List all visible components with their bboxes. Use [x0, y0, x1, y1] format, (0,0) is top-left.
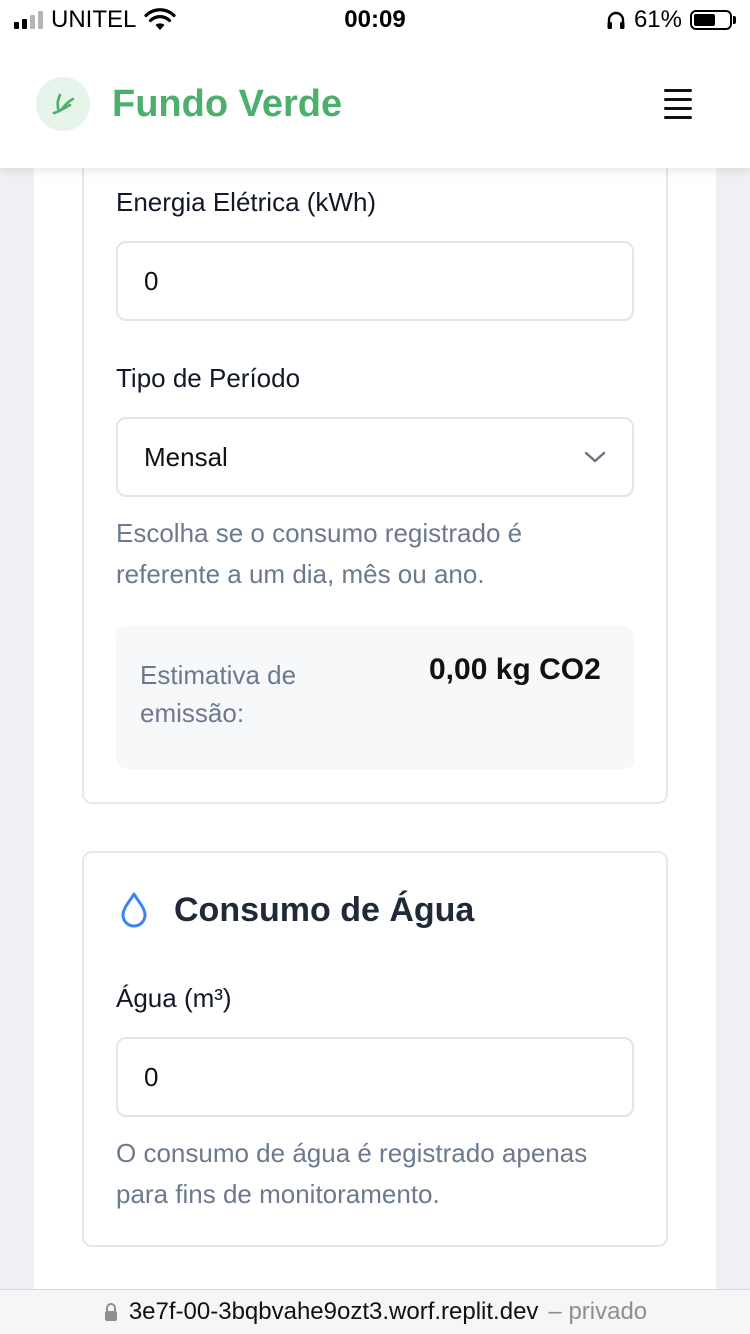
- period-label: Tipo de Período: [116, 363, 301, 393]
- wifi-icon: [144, 8, 176, 30]
- status-left: UNITEL: [14, 6, 176, 34]
- water-help-text: O consumo de água é registrado apenas pa…: [116, 1138, 588, 1209]
- url-text: 3e7f-00-3bqbvahe9ozt3.worf.replit.dev: [128, 1298, 539, 1325]
- signal-icon: [14, 11, 43, 29]
- status-right: 61%: [606, 6, 736, 34]
- battery-percent: 61%: [633, 6, 682, 33]
- app-header: Fundo Verde: [0, 40, 750, 168]
- headphones-icon: [607, 11, 625, 29]
- water-input[interactable]: 0: [116, 1037, 634, 1117]
- carrier-label: UNITEL: [51, 6, 137, 33]
- kwh-label: Energia Elétrica (kWh): [116, 187, 377, 217]
- hamburger-menu-icon[interactable]: [664, 89, 692, 119]
- chevron-down-icon: [584, 451, 606, 463]
- water-label: Água (m³): [116, 983, 232, 1013]
- lock-icon: [104, 1303, 117, 1321]
- status-bar: UNITEL 00:09 61%: [0, 0, 750, 40]
- url-bar[interactable]: 3e7f-00-3bqbvahe9ozt3.worf.replit.dev – …: [0, 1289, 750, 1334]
- estimate-label: Estimativa de emissão:: [140, 660, 297, 728]
- leaf-icon: [52, 93, 75, 115]
- kwh-input[interactable]: 0: [116, 241, 634, 321]
- kwh-input-value: 0: [144, 265, 159, 296]
- water-section-title: Consumo de Água: [174, 890, 475, 929]
- url-private-suffix: – privado: [548, 1298, 648, 1325]
- estimate-value: 0,00 kg CO2: [429, 653, 601, 686]
- water-section-header: Consumo de Água: [116, 890, 474, 930]
- period-select[interactable]: Mensal: [116, 417, 634, 497]
- emission-estimate-box: Estimativa de emissão: 0,00 kg CO2: [116, 626, 634, 769]
- battery-icon: [690, 10, 736, 30]
- water-input-value: 0: [144, 1061, 159, 1092]
- period-help-text: Escolha se o consumo registrado é refere…: [116, 518, 523, 589]
- brand-title[interactable]: Fundo Verde: [112, 83, 342, 126]
- period-select-value: Mensal: [144, 441, 228, 472]
- screen: UNITEL 00:09 61% Fundo Verde Energia Elé…: [0, 0, 750, 1334]
- logo[interactable]: [36, 77, 90, 131]
- water-drop-icon: [121, 892, 147, 928]
